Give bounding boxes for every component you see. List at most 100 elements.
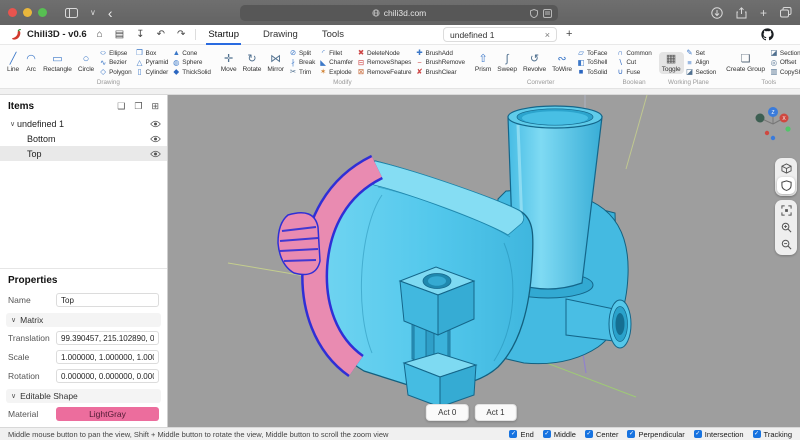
home-icon[interactable]: ⌂ — [97, 29, 103, 40]
downloads-icon[interactable] — [711, 7, 723, 19]
name-field[interactable] — [56, 293, 159, 307]
ribbon-btn-section[interactable]: ◪Section — [686, 68, 717, 76]
ribbon-btn-fillet[interactable]: ◜Fillet — [319, 49, 353, 57]
snap-intersection[interactable]: ✓Intersection — [694, 430, 744, 439]
snap-middle[interactable]: ✓Middle — [543, 430, 576, 439]
ribbon-btn-move[interactable]: ✛Move — [218, 52, 240, 74]
expand-all-icon[interactable]: ⊞ — [151, 101, 159, 112]
github-icon[interactable] — [761, 28, 774, 41]
ribbon-btn-rectangle[interactable]: ▭Rectangle — [40, 52, 75, 74]
ribbon-btn-tosolid[interactable]: ■ToSolid — [577, 68, 607, 76]
ribbon-btn-thicksolid[interactable]: ◆ThickSolid — [172, 68, 210, 76]
ribbon-btn-prism[interactable]: ⇧Prism — [472, 52, 494, 74]
ribbon-btn-trim[interactable]: ✂Trim — [289, 68, 315, 76]
shield-icon[interactable] — [530, 9, 538, 18]
ribbon-btn-removeshapes[interactable]: ⊟RemoveShapes — [357, 59, 412, 67]
tree-item-top[interactable]: Top — [0, 146, 167, 161]
ribbon-btn-cut[interactable]: ∖Cut — [616, 59, 651, 67]
snap-end[interactable]: ✓End — [509, 430, 533, 439]
checkbox-checked-icon[interactable]: ✓ — [694, 430, 702, 438]
new-document-button[interactable]: + — [566, 28, 572, 40]
redo-icon[interactable]: ↷ — [177, 29, 185, 40]
share-icon[interactable] — [736, 7, 747, 19]
ribbon-btn-line[interactable]: ╱Line — [4, 52, 22, 74]
new-tab-button[interactable]: + — [760, 7, 767, 19]
tree-item-undefined-1[interactable]: ∨undefined 1 — [0, 116, 167, 131]
fit-view-button[interactable] — [777, 202, 795, 219]
scale-field[interactable] — [56, 350, 159, 364]
ribbon-btn-mirror[interactable]: ⋈Mirror — [264, 52, 287, 74]
ribbon-btn-sweep[interactable]: ∫Sweep — [494, 52, 520, 74]
ribbon-btn-removefeature[interactable]: ⊠RemoveFeature — [357, 68, 412, 76]
ribbon-btn-towire[interactable]: ∾ToWire — [549, 52, 575, 74]
undo-icon[interactable]: ↶ — [157, 29, 165, 40]
ribbon-btn-offset[interactable]: ◎Offset — [770, 59, 800, 67]
download-icon[interactable]: ↧ — [136, 29, 144, 40]
tab-overview-icon[interactable] — [780, 7, 792, 18]
close-window-button[interactable] — [8, 8, 17, 17]
wireframe-mode-button[interactable] — [777, 160, 795, 177]
checkbox-checked-icon[interactable]: ✓ — [753, 430, 761, 438]
ribbon-btn-brushremove[interactable]: −BrushRemove — [416, 59, 465, 67]
ribbon-btn-cylinder[interactable]: ▯Cylinder — [136, 68, 169, 76]
ribbon-btn-toshell[interactable]: ◧ToShell — [577, 59, 607, 67]
act-0-button[interactable]: Act 0 — [426, 404, 468, 421]
rotation-field[interactable] — [56, 369, 159, 383]
ribbon-btn-sphere[interactable]: ◍Sphere — [172, 59, 210, 67]
document-tab[interactable]: undefined 1 × — [443, 27, 557, 42]
ribbon-btn-explode[interactable]: ✶Explode — [319, 68, 353, 76]
ribbon-btn-arc[interactable]: ◠Arc — [22, 52, 40, 74]
ribbon-btn-cone[interactable]: ▲Cone — [172, 49, 210, 57]
ribbon-btn-section[interactable]: ◪Section — [770, 49, 800, 57]
ribbon-btn-revolve[interactable]: ↺Revolve — [520, 52, 549, 74]
snap-perpendicular[interactable]: ✓Perpendicular — [627, 430, 684, 439]
tab-tools[interactable]: Tools — [320, 26, 346, 43]
sidebar-toggle-icon[interactable] — [65, 8, 78, 18]
viewport-3d[interactable]: Z X — [168, 95, 800, 427]
ribbon-btn-deletenode[interactable]: ✖DeleteNode — [357, 49, 412, 57]
checkbox-checked-icon[interactable]: ✓ — [509, 430, 517, 438]
zoom-window-button[interactable] — [38, 8, 47, 17]
ribbon-btn-toface[interactable]: ▱ToFace — [577, 49, 607, 57]
snap-tracking[interactable]: ✓Tracking — [753, 430, 792, 439]
ribbon-btn-rotate[interactable]: ↻Rotate — [240, 52, 265, 74]
ribbon-btn-chamfer[interactable]: ◣Chamfer — [319, 59, 353, 67]
ribbon-btn-common[interactable]: ∩Common — [616, 49, 651, 57]
chevron-down-icon[interactable]: ∨ — [90, 9, 96, 17]
minimize-window-button[interactable] — [23, 8, 32, 17]
ribbon-btn-brushadd[interactable]: ✚BrushAdd — [416, 49, 465, 57]
new-group-icon[interactable]: ❑ — [117, 101, 125, 112]
ribbon-btn-create-group[interactable]: ❏Create Group — [723, 52, 768, 74]
shaded-mode-button[interactable] — [777, 177, 795, 194]
reader-icon[interactable] — [543, 9, 552, 18]
new-file-icon[interactable]: ▤ — [115, 29, 124, 40]
ribbon-btn-bezier[interactable]: ∿Bezier — [99, 59, 131, 67]
ribbon-btn-box[interactable]: ❒Box — [136, 49, 169, 57]
matrix-section-header[interactable]: ∨ Matrix — [6, 313, 161, 327]
close-document-icon[interactable]: × — [545, 30, 550, 40]
translation-field[interactable] — [56, 331, 159, 345]
ribbon-btn-split[interactable]: ⊘Split — [289, 49, 315, 57]
ribbon-btn-polygon[interactable]: ◇Polygon — [99, 68, 131, 76]
visibility-eye-icon[interactable] — [150, 150, 161, 158]
zoom-in-button[interactable] — [777, 219, 795, 236]
axis-gizmo[interactable]: Z X — [746, 97, 794, 149]
ribbon-btn-copyshape[interactable]: ▥CopyShape — [770, 68, 800, 76]
material-button[interactable]: LightGray — [56, 407, 159, 421]
zoom-out-button[interactable] — [777, 236, 795, 253]
ribbon-btn-fuse[interactable]: ∪Fuse — [616, 68, 651, 76]
checkbox-checked-icon[interactable]: ✓ — [627, 430, 635, 438]
editable-shape-section-header[interactable]: ∨ Editable Shape — [6, 389, 161, 403]
ribbon-btn-set[interactable]: ✎Set — [686, 49, 717, 57]
checkbox-checked-icon[interactable]: ✓ — [543, 430, 551, 438]
ribbon-btn-ellipse[interactable]: ○Ellipse — [99, 49, 131, 57]
visibility-eye-icon[interactable] — [150, 135, 161, 143]
url-bar[interactable]: chili3d.com — [240, 5, 558, 21]
ribbon-btn-brushclear[interactable]: ✘BrushClear — [416, 68, 465, 76]
tree-item-bottom[interactable]: Bottom — [0, 131, 167, 146]
ribbon-btn-align[interactable]: ≡Align — [686, 59, 717, 67]
ribbon-btn-pyramid[interactable]: △Pyramid — [136, 59, 169, 67]
tab-drawing[interactable]: Drawing — [261, 26, 300, 43]
visibility-eye-icon[interactable] — [150, 120, 161, 128]
act-1-button[interactable]: Act 1 — [474, 404, 516, 421]
